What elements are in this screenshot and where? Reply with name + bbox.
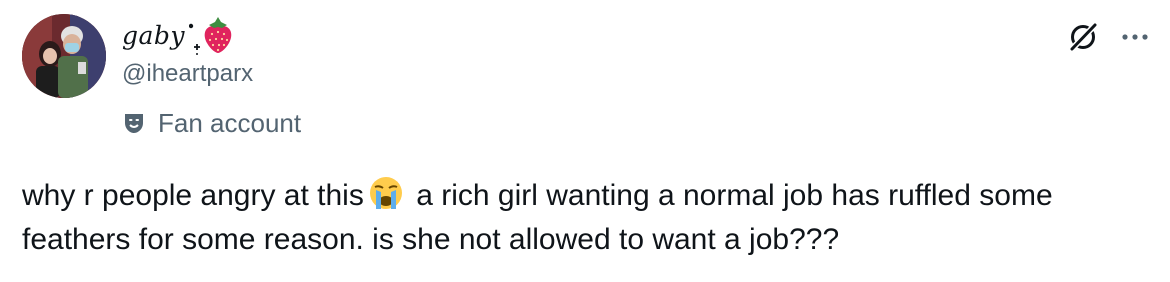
tweet: gaby @iheartparx Fan account why r peopl…	[0, 0, 1170, 282]
display-name-row[interactable]: gaby	[122, 14, 235, 56]
more-icon	[1122, 34, 1148, 40]
strawberry-icon	[204, 17, 232, 53]
tweet-text-part1: why r people angry at this	[22, 179, 364, 212]
name-decoration	[189, 14, 235, 56]
theater-mask-icon	[122, 111, 146, 135]
user-handle[interactable]: @iheartparx	[122, 58, 253, 90]
affiliate-label-text: Fan account	[158, 108, 302, 138]
display-name[interactable]: gaby	[122, 14, 185, 58]
loudly-crying-face-icon	[368, 175, 404, 211]
more-options-button[interactable]	[1116, 18, 1154, 56]
avatar-image	[22, 14, 106, 98]
grok-icon	[1068, 21, 1099, 53]
grok-button[interactable]	[1064, 18, 1102, 56]
avatar[interactable]	[22, 14, 106, 98]
affiliate-label[interactable]: Fan account	[122, 106, 301, 140]
tweet-text: why r people angry at this a rich girl w…	[22, 174, 1152, 262]
